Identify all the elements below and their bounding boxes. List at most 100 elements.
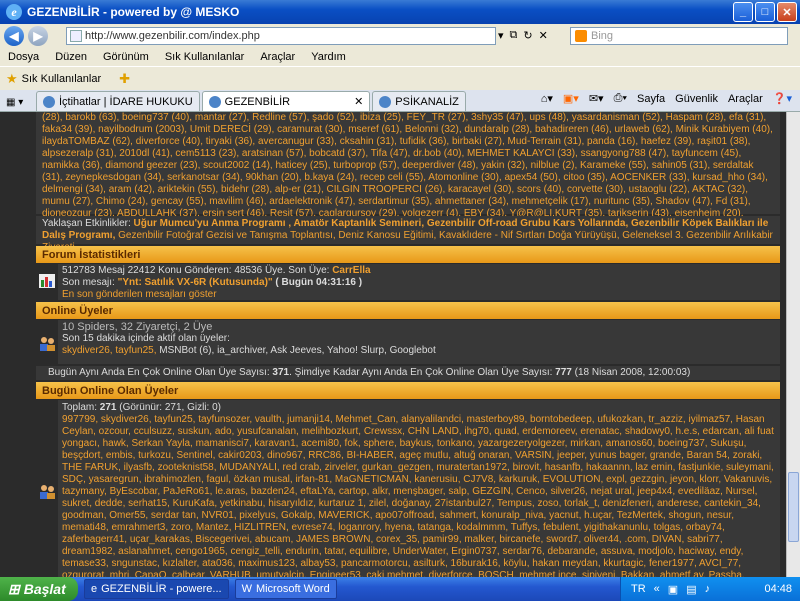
today-total-detail: (Görünür: 271, Gizli: 0) [119, 402, 221, 413]
task-label: GEZENBİLİR - powere... [101, 583, 222, 595]
mail-icon[interactable]: ✉▾ [589, 92, 604, 105]
tray-volume-icon[interactable]: ♪ [705, 583, 711, 595]
tray-network-icon[interactable]: ▤ [686, 583, 696, 596]
page-menu[interactable]: Sayfa [637, 93, 665, 105]
today-total: 271 [99, 402, 117, 413]
rss-icon[interactable]: ▣▾ [563, 92, 579, 105]
today-total-label: Toplam: [62, 402, 98, 413]
add-favorite-icon[interactable]: ✚ [119, 71, 130, 87]
address-tools: ▾ ⧉ ↻ ✕ [498, 29, 548, 42]
tools-menu[interactable]: Araçlar [728, 93, 763, 105]
events-panel: Yaklaşan Etkinlikler: Uğur Mumcu'yu Anma… [36, 216, 780, 253]
today-header: Bugün Online Olan Üyeler [36, 382, 780, 399]
task-word[interactable]: W Microsoft Word [234, 579, 337, 599]
stats-panel: 512783 Mesaj 22412 Konu Gönderen: 48536 … [58, 264, 780, 300]
tab-label: PSİKANALİZ [395, 95, 459, 108]
menu-tools[interactable]: Araçlar [260, 51, 295, 63]
scrollbar-thumb[interactable] [788, 472, 799, 542]
address-url: http://www.gezenbilir.com/index.php [85, 30, 260, 42]
record-all: 777 [555, 367, 572, 378]
tab-close-icon[interactable]: ✕ [354, 95, 363, 108]
search-placeholder: Bing [591, 30, 614, 42]
menu-help[interactable]: Yardım [311, 51, 346, 63]
menu-favorites[interactable]: Sık Kullanılanlar [165, 51, 245, 63]
online-summary: 10 Spiders, 32 Ziyaretçi, 2 Üye [62, 321, 213, 333]
last-member-link[interactable]: CarrElla [332, 265, 370, 276]
start-button[interactable]: ⊞ Başlat [0, 577, 78, 601]
tab-favicon [208, 95, 221, 108]
online-bots: MSNBot (6), ia_archiver, Ask Jeeves, Yah… [159, 345, 436, 356]
page-content: (28), barokb (63), boeing737 (40), manta… [0, 112, 786, 577]
taskbar: ⊞ Başlat e GEZENBİLİR - powere... W Microso… [0, 577, 800, 601]
record-panel: Bugün Aynı Anda En Çok Online Olan Üye S… [36, 366, 780, 380]
search-input[interactable]: Bing [570, 27, 788, 45]
birthdays-panel: (28), barokb (63), boeing737 (40), manta… [36, 112, 780, 231]
word-task-icon: W [241, 583, 252, 595]
close-button[interactable]: ✕ [777, 2, 797, 22]
clock[interactable]: 04:48 [764, 583, 792, 595]
record-today: 371 [272, 367, 290, 378]
today-users-icon [38, 482, 56, 500]
task-ie[interactable]: e GEZENBİLİR - powere... [84, 579, 229, 599]
record-date: (18 Nisan 2008, 12:00:03) [574, 367, 691, 378]
stats-icon [38, 272, 56, 290]
ie-task-icon: e [91, 583, 98, 595]
today-panel: Toplam: 271 (Görünür: 271, Gizli: 0) 997… [58, 400, 780, 577]
online-users-icon [38, 334, 56, 352]
online-members[interactable]: skydiver26, tayfun25, [62, 345, 157, 356]
home-icon[interactable]: ⌂▾ [541, 92, 553, 105]
vertical-scrollbar[interactable] [786, 112, 800, 577]
task-label: Microsoft Word [255, 583, 330, 595]
stats-line1: 512783 Mesaj 22412 Konu Gönderen: 48536 … [62, 265, 330, 276]
window-title: GEZENBİLİR - powered by @ MESKO [27, 5, 240, 19]
safety-menu[interactable]: Güvenlik [675, 93, 718, 105]
compat-icon[interactable]: ⧉ [510, 29, 518, 42]
menu-view[interactable]: Görünüm [103, 51, 149, 63]
quick-tabs-icon[interactable]: ▦ ▾ [6, 93, 36, 111]
menu-bar: Dosya Düzen Görünüm Sık Kullanılanlar Ar… [0, 48, 800, 66]
stats-line2: Son mesajı: [62, 277, 115, 288]
address-toolbar: ◀ ▶ http://www.gezenbilir.com/index.php … [0, 24, 800, 48]
stop-icon[interactable]: ✕ [539, 29, 548, 42]
address-input[interactable]: http://www.gezenbilir.com/index.php [66, 27, 496, 45]
favorites-bar: ★ Sık Kullanılanlar ✚ [0, 66, 800, 90]
window-titlebar: e GEZENBİLİR - powered by @ MESKO _ □ ✕ [0, 0, 800, 24]
help-icon[interactable]: ❓▾ [773, 92, 792, 105]
recent-posts-link[interactable]: En son gönderilen mesajları göster [62, 289, 776, 301]
last-post-link[interactable]: "Ynt: Satılık VX-6R (Kutusunda)" [118, 277, 273, 288]
start-label: Başlat [23, 581, 66, 597]
print-icon[interactable]: ⎙▾ [614, 92, 627, 105]
refresh-icon[interactable]: ↻ [523, 29, 532, 42]
maximize-button[interactable]: □ [755, 2, 775, 22]
record-label-2: . Şimdiye Kadar Aynı Anda En Çok Online … [289, 367, 553, 378]
events-label: Yaklaşan Etkinlikler: [42, 218, 131, 229]
tab-gezenbilir[interactable]: GEZENBİLİR ✕ [201, 91, 371, 111]
favorites-label[interactable]: Sık Kullanılanlar [22, 73, 102, 85]
bing-icon [575, 30, 587, 42]
menu-file[interactable]: Dosya [8, 51, 39, 63]
today-members-list[interactable]: 997799, skydiver26, tayfun25, tayfunsoze… [62, 414, 776, 577]
system-tray: TR « ▣ ▤ ♪ 04:48 [620, 577, 800, 601]
tray-expand-icon[interactable]: « [654, 583, 660, 595]
back-button[interactable]: ◀ [4, 26, 24, 46]
tab-favicon [43, 95, 55, 108]
birthdays-list[interactable]: (28), barokb (63), boeing737 (40), manta… [42, 112, 774, 232]
tab-ictihatlar[interactable]: İçtihatlar | İDARE HUKUKU [36, 91, 200, 111]
online-header: Online Üyeler [36, 302, 780, 319]
dropdown-icon[interactable]: ▾ [498, 29, 504, 42]
online-panel: 10 Spiders, 32 Ziyaretçi, 2 Üye Son 15 d… [58, 320, 780, 364]
stats-header: Forum İstatistikleri [36, 246, 780, 263]
tab-label: GEZENBİLİR [224, 95, 291, 108]
window-controls: _ □ ✕ [733, 2, 797, 22]
language-indicator[interactable]: TR [631, 583, 646, 595]
tab-label: İçtihatlar | İDARE HUKUKU [59, 95, 193, 108]
minimize-button[interactable]: _ [733, 2, 753, 22]
forward-button[interactable]: ▶ [28, 26, 48, 46]
menu-edit[interactable]: Düzen [55, 51, 87, 63]
record-label: Bugün Aynı Anda En Çok Online Olan Üye S… [48, 367, 270, 378]
tray-antivirus-icon[interactable]: ▣ [668, 583, 678, 596]
tab-psikanaliz[interactable]: PSİKANALİZ [372, 91, 466, 111]
windows-logo-icon: ⊞ [8, 580, 20, 597]
command-bar: ⌂▾ ▣▾ ✉▾ ⎙▾ Sayfa Güvenlik Araçlar ❓▾ [541, 92, 792, 105]
favorites-star-icon[interactable]: ★ [6, 71, 18, 87]
